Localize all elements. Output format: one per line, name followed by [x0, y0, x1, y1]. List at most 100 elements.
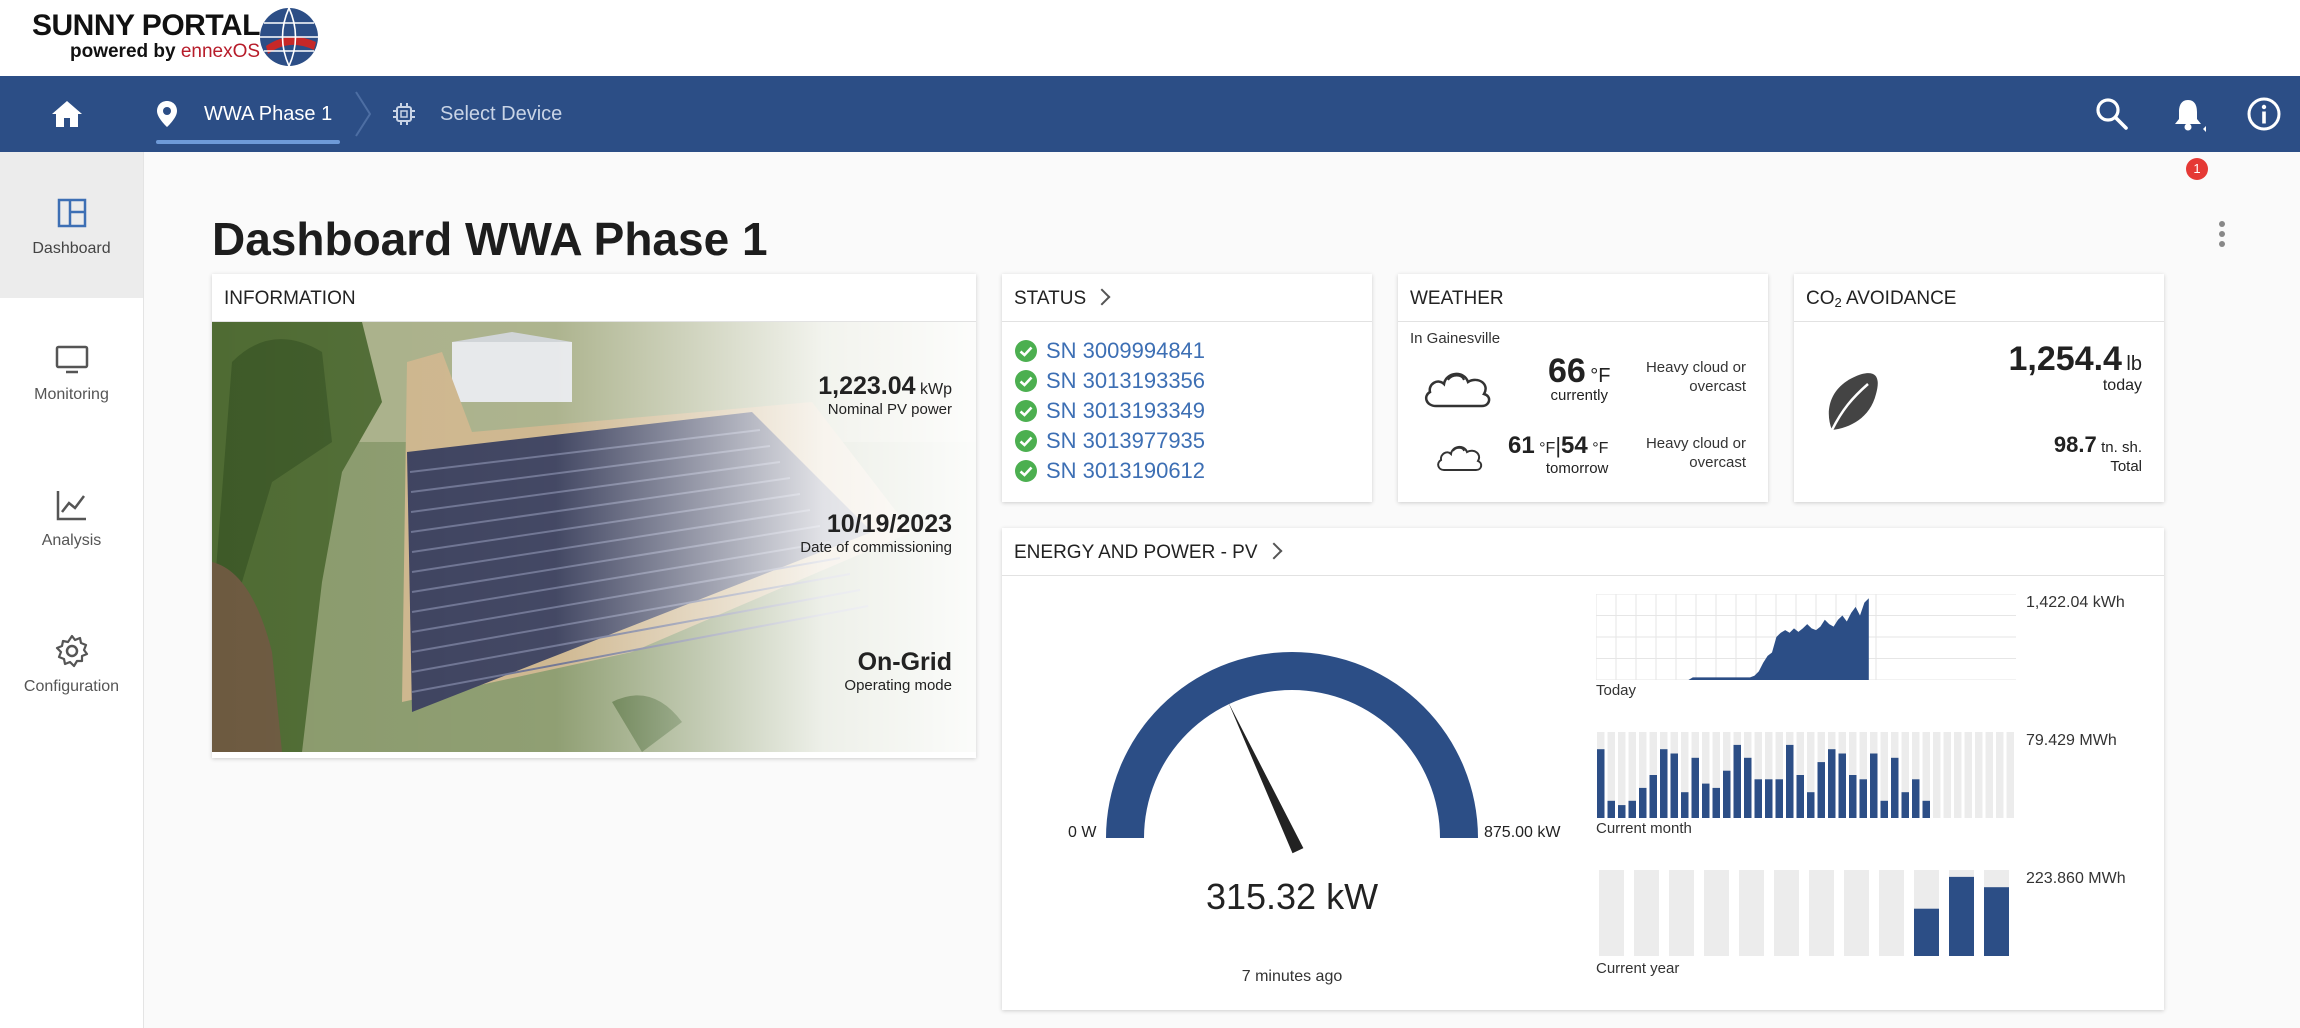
current-temp-value: 66	[1548, 352, 1586, 390]
sidebar-item-monitoring[interactable]: Monitoring	[0, 298, 143, 444]
gauge-arc	[1106, 652, 1478, 838]
device-serial-link[interactable]: SN 3013193349	[1046, 398, 1205, 424]
month-day-bar[interactable]	[1639, 787, 1647, 818]
co2-card-title: CO2 AVOIDANCE	[1794, 274, 2164, 322]
device-serial-link[interactable]: SN 3013190612	[1046, 458, 1205, 484]
today-power-chart[interactable]	[1596, 594, 2016, 680]
breadcrumb-device[interactable]: Select Device	[392, 76, 562, 152]
breadcrumb-separator-icon	[355, 91, 372, 137]
month-day-bar[interactable]	[1901, 792, 1910, 818]
breadcrumb-device-label: Select Device	[440, 102, 563, 125]
co2-total-label: Total	[2110, 458, 2142, 475]
tomorrow-high-unit: °F	[1539, 440, 1556, 457]
month-day-bar[interactable]	[1849, 775, 1857, 818]
logo-powered: powered by	[70, 41, 181, 62]
month-day-bar[interactable]	[1891, 757, 1899, 818]
device-serial-link[interactable]: SN 3013977935	[1046, 428, 1205, 454]
nominal-power-value: 1,223.04	[818, 372, 916, 400]
breadcrumb-plant[interactable]: WWA Phase 1	[156, 76, 340, 152]
device-chip-icon	[393, 103, 415, 125]
month-day-bar[interactable]	[1712, 787, 1721, 818]
month-day-bar[interactable]	[1828, 749, 1836, 818]
month-day-bar[interactable]	[1870, 753, 1878, 819]
monitor-icon	[55, 345, 88, 374]
month-day-bar[interactable]	[1681, 792, 1689, 818]
info-icon[interactable]	[2246, 96, 2282, 132]
month-day-bar[interactable]	[1817, 762, 1826, 818]
nominal-power-stat: 1,223.04 kWp Nominal PV power	[818, 372, 952, 418]
month-day-slot	[1954, 732, 1962, 818]
sidebar-item-dashboard[interactable]: Dashboard	[0, 152, 143, 298]
current-desc-line-2: overcast	[1689, 378, 1746, 395]
month-day-bar[interactable]	[1859, 779, 1868, 818]
device-status-row[interactable]: SN 3013193349	[1014, 396, 1205, 426]
sidebar-item-label: Analysis	[41, 532, 102, 549]
month-day-bar[interactable]	[1607, 800, 1616, 818]
weather-card: WEATHER In Gainesville 66 °F currently H…	[1398, 274, 1768, 502]
device-serial-link[interactable]: SN 3009994841	[1046, 338, 1205, 364]
device-status-row[interactable]: SN 3013190612	[1014, 456, 1205, 486]
weather-tomorrow: 61 °F|54 °F tomorrow Heavy cloud or over…	[1398, 432, 1768, 498]
month-day-bar[interactable]	[1597, 749, 1605, 818]
tomorrow-desc-line-1: Heavy cloud or	[1645, 435, 1746, 452]
month-day-bar[interactable]	[1733, 744, 1742, 818]
month-day-bar[interactable]	[1796, 775, 1805, 818]
year-month-bar[interactable]	[1984, 887, 2009, 956]
year-month-slot	[1634, 870, 1659, 956]
year-month-bar[interactable]	[1949, 876, 1974, 956]
month-day-bar[interactable]	[1922, 800, 1931, 818]
month-day-bar[interactable]	[1660, 749, 1668, 818]
month-day-bar[interactable]	[1912, 779, 1920, 818]
tomorrow-label: tomorrow	[1545, 460, 1609, 477]
current-power-value: 315.32 kW	[1205, 876, 1379, 917]
month-day-bar[interactable]	[1786, 744, 1794, 818]
home-icon[interactable]	[50, 98, 84, 130]
status-card-header[interactable]: STATUS	[1002, 274, 1372, 322]
sidebar-item-analysis[interactable]: Analysis	[0, 444, 143, 590]
month-day-bar[interactable]	[1880, 800, 1889, 818]
month-energy-total: 79.429 MWh	[2026, 732, 2117, 749]
device-status-row[interactable]: SN 3013977935	[1014, 426, 1205, 456]
current-desc-line-1: Heavy cloud or	[1645, 359, 1746, 376]
operating-mode-stat: On-Grid Operating mode	[844, 648, 952, 694]
energy-card-header[interactable]: ENERGY AND POWER - PV	[1002, 528, 2164, 576]
month-day-bar[interactable]	[1628, 800, 1637, 818]
month-day-bar[interactable]	[1765, 779, 1773, 818]
sidebar: Dashboard Monitoring Analysis Configurat…	[0, 152, 144, 1028]
year-month-bar[interactable]	[1914, 908, 1939, 956]
top-bar: SUNNY PORTAL powered by ennexOS	[0, 0, 2300, 76]
device-serial-link[interactable]: SN 3013193356	[1046, 368, 1205, 394]
device-status-row[interactable]: SN 3009994841	[1014, 336, 1205, 366]
sidebar-item-configuration[interactable]: Configuration	[0, 590, 143, 736]
more-options-icon[interactable]	[2214, 216, 2230, 252]
sunny-portal-logo[interactable]: SUNNY PORTAL powered by ennexOS	[32, 10, 260, 62]
tomorrow-desc-line-2: overcast	[1689, 454, 1746, 471]
today-power-area	[1596, 598, 1869, 680]
year-month-slot	[1704, 870, 1729, 956]
sidebar-item-label: Monitoring	[34, 386, 109, 403]
month-day-bar[interactable]	[1618, 805, 1626, 818]
bell-icon[interactable]	[2170, 96, 2206, 132]
month-day-bar[interactable]	[1691, 757, 1700, 818]
co2-today: 1,254.4 lb today	[2009, 340, 2142, 395]
device-status-row[interactable]: SN 3013193356	[1014, 366, 1205, 396]
month-day-bar[interactable]	[1838, 753, 1847, 819]
search-icon[interactable]	[2094, 96, 2130, 132]
month-day-slot	[1964, 732, 1972, 818]
month-day-bar[interactable]	[1670, 753, 1679, 819]
month-energy-chart[interactable]	[1596, 732, 2016, 818]
month-day-bar[interactable]	[1754, 779, 1763, 818]
month-day-bar[interactable]	[1744, 757, 1752, 818]
year-energy-chart[interactable]	[1596, 870, 2016, 956]
month-day-bar[interactable]	[1702, 783, 1710, 818]
device-status-list: SN 3009994841 SN 3013193356 SN 3013193349 S…	[1014, 336, 1205, 486]
sidebar-item-label: Configuration	[23, 678, 120, 695]
month-day-bar[interactable]	[1723, 770, 1731, 818]
month-day-bar[interactable]	[1807, 792, 1815, 818]
page-title: Dashboard WWA Phase 1	[212, 213, 768, 265]
month-day-bar[interactable]	[1775, 779, 1784, 818]
month-day-slot	[1975, 732, 1983, 818]
month-day-slot	[1985, 732, 1993, 818]
logo-brand: ennexOS	[180, 41, 261, 62]
month-day-bar[interactable]	[1649, 775, 1658, 818]
